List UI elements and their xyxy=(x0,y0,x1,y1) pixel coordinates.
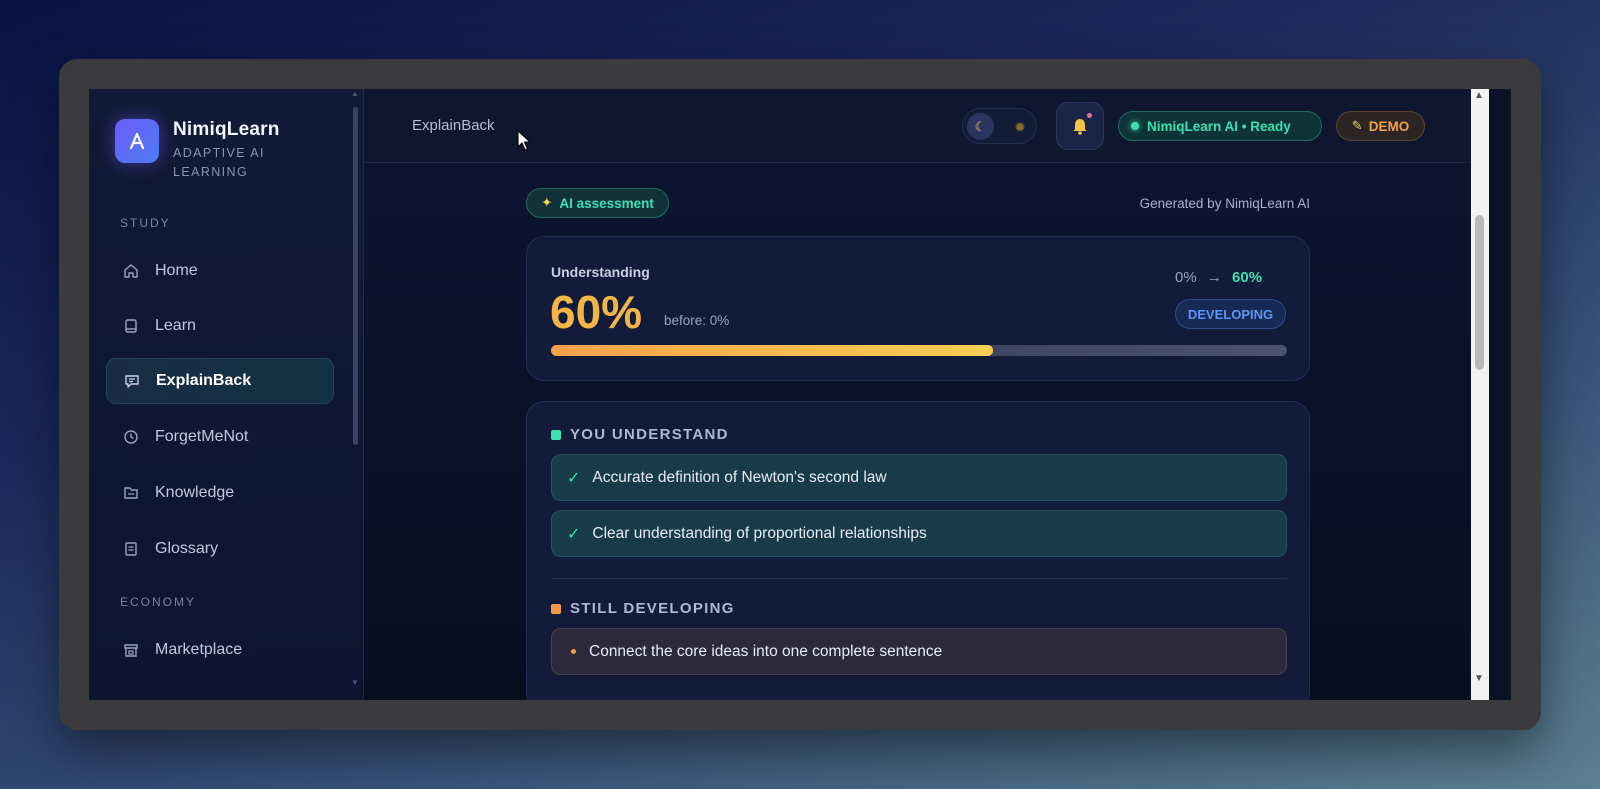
sidebar-item-label: Home xyxy=(155,262,198,279)
notifications-button[interactable] xyxy=(1056,102,1104,150)
brand-name: NimiqLearn xyxy=(173,119,280,140)
sidebar-item-label: ExplainBack xyxy=(156,372,252,389)
understanding-progress-bar xyxy=(551,345,1287,356)
moon-icon[interactable]: ☾ xyxy=(967,113,994,140)
feedback-card: YOU UNDERSTAND ✓ Accurate definition of … xyxy=(526,401,1310,700)
theme-toggle[interactable]: ☾ ✹ xyxy=(962,108,1037,144)
understand-heading-text: YOU UNDERSTAND xyxy=(570,426,729,443)
orange-square-icon xyxy=(551,603,561,614)
score-from: 0% xyxy=(1175,269,1197,286)
developing-item-text: Connect the core ideas into one complete… xyxy=(589,642,943,660)
sidebar-item-label: ForgetMeNot xyxy=(155,428,249,445)
sidebar-item-label: Marketplace xyxy=(155,641,243,658)
understanding-progress-fill xyxy=(551,345,993,356)
sidebar-scroll-down-arrow[interactable]: ▼ xyxy=(351,678,359,687)
developing-item: Connect the core ideas into one complete… xyxy=(551,628,1287,675)
clock-icon xyxy=(122,428,140,446)
main-scrollbar-thumb[interactable] xyxy=(1475,215,1484,370)
level-badge: DEVELOPING xyxy=(1175,299,1286,329)
brand-tagline: ADAPTIVE AI LEARNING xyxy=(173,146,265,179)
status-dot-icon xyxy=(1131,122,1139,130)
mouse-cursor-icon xyxy=(517,130,531,151)
main-scrollbar[interactable] xyxy=(1471,89,1489,700)
bell-icon xyxy=(1073,119,1087,135)
sidebar-item-forgetmenot[interactable]: ForgetMeNot xyxy=(106,414,334,460)
check-icon: ✓ xyxy=(567,525,581,543)
notification-dot xyxy=(1087,113,1092,118)
understanding-label: Understanding xyxy=(551,264,650,280)
chat-icon xyxy=(123,372,141,390)
understand-item-text: Clear understanding of proportional rela… xyxy=(592,524,927,542)
sidebar-scroll-up-arrow[interactable]: ▲ xyxy=(351,89,359,98)
sidebar-item-explainback[interactable]: ExplainBack xyxy=(106,358,334,404)
understand-heading: YOU UNDERSTAND xyxy=(551,426,729,443)
sidebar-item-learn[interactable]: Learn xyxy=(106,303,334,349)
brand-logo xyxy=(115,119,159,163)
home-icon xyxy=(122,262,140,280)
sidebar-item-glossary[interactable]: Glossary xyxy=(106,526,334,572)
sidebar-item-label: Learn xyxy=(155,317,196,334)
ai-assessment-pill: ✦ AI assessment xyxy=(526,188,669,218)
developing-heading: STILL DEVELOPING xyxy=(551,600,735,617)
ai-status-text: NimiqLearn AI • Ready xyxy=(1147,118,1291,134)
pencil-icon: ✎ xyxy=(1351,118,1363,133)
folder-icon xyxy=(122,484,140,502)
understand-item-text: Accurate definition of Newton's second l… xyxy=(592,468,887,486)
understanding-value: 60% xyxy=(550,286,643,338)
sidebar: NimiqLearn ADAPTIVE AI LEARNING STUDY Ho… xyxy=(89,89,364,700)
understand-item: ✓ Clear understanding of proportional re… xyxy=(551,510,1287,557)
divider xyxy=(551,578,1287,579)
sidebar-item-label: Knowledge xyxy=(155,484,235,501)
arrow-right-icon: → xyxy=(1206,269,1222,286)
logo-a-icon xyxy=(129,132,145,150)
breadcrumb: ExplainBack xyxy=(412,117,495,134)
bullet-icon xyxy=(571,649,576,654)
sparkles-icon: ✦ xyxy=(541,195,553,210)
sidebar-item-marketplace[interactable]: Marketplace xyxy=(106,627,334,673)
developing-heading-text: STILL DEVELOPING xyxy=(570,600,735,617)
sidebar-item-knowledge[interactable]: Knowledge xyxy=(106,470,334,516)
demo-badge[interactable]: ✎ DEMO xyxy=(1336,111,1425,141)
understand-item: ✓ Accurate definition of Newton's second… xyxy=(551,454,1287,501)
sun-icon[interactable]: ✹ xyxy=(1008,115,1032,139)
main-content: ✦ AI assessment Generated by NimiqLearn … xyxy=(364,163,1471,700)
store-icon xyxy=(122,641,140,659)
ai-status-pill: NimiqLearn AI • Ready xyxy=(1118,111,1322,141)
sidebar-item-home[interactable]: Home xyxy=(106,248,334,294)
brand[interactable]: NimiqLearn ADAPTIVE AI LEARNING xyxy=(115,119,283,182)
green-square-icon xyxy=(551,429,561,440)
document-icon xyxy=(122,540,140,558)
section-label-economy: ECONOMY xyxy=(120,595,197,609)
sidebar-scrollbar-thumb[interactable] xyxy=(353,107,358,445)
check-icon: ✓ xyxy=(567,469,581,487)
ai-assessment-label: AI assessment xyxy=(559,195,654,211)
score-change: 0% → 60% xyxy=(1175,269,1262,286)
main-scroll-down-arrow[interactable]: ▼ xyxy=(1474,673,1484,684)
score-to: 60% xyxy=(1232,269,1263,286)
app-screen: NimiqLearn ADAPTIVE AI LEARNING STUDY Ho… xyxy=(89,89,1511,700)
section-label-study: STUDY xyxy=(120,216,171,230)
understanding-card: Understanding 60% before: 0% 0% → 60% DE… xyxy=(526,236,1310,381)
sidebar-item-label: Glossary xyxy=(155,540,219,557)
demo-label: DEMO xyxy=(1368,118,1410,134)
book-icon xyxy=(122,317,140,335)
generated-by-text: Generated by NimiqLearn AI xyxy=(1139,196,1310,211)
main-scroll-up-arrow[interactable]: ▲ xyxy=(1474,90,1484,101)
before-value: before: 0% xyxy=(664,313,730,328)
